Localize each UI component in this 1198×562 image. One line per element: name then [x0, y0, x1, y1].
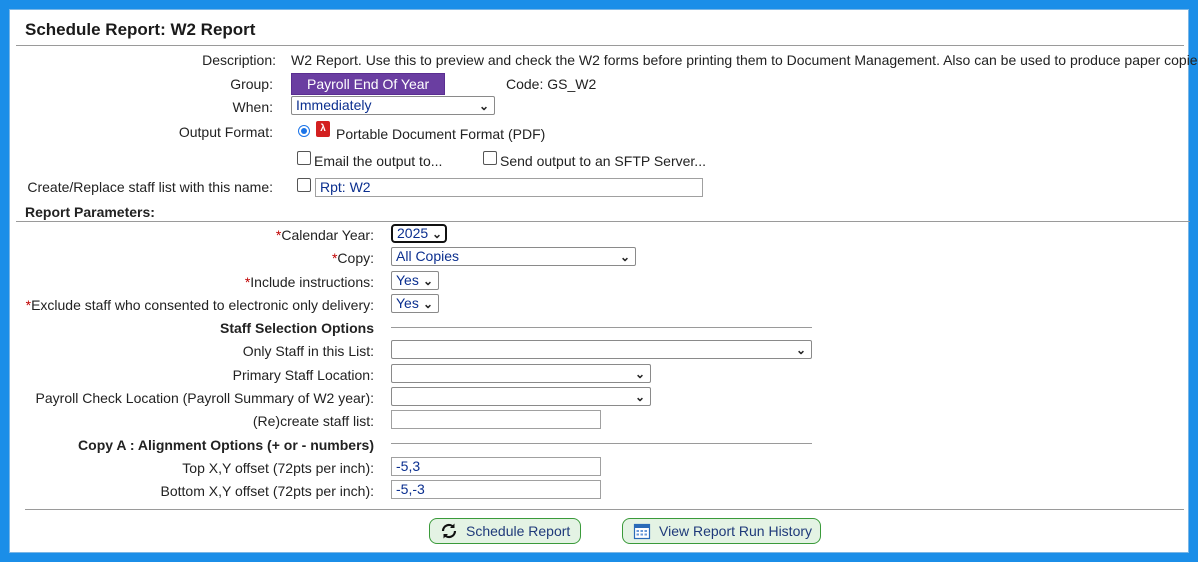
schedule-report-label: Schedule Report	[466, 523, 571, 539]
code-text: Code: GS_W2	[506, 76, 597, 92]
staff-list-label: Create/Replace staff list with this name…	[27, 179, 273, 195]
pdf-icon: λ	[316, 121, 330, 137]
chevron-down-icon: ⌄	[422, 274, 433, 288]
calendar-icon	[633, 523, 651, 540]
group-badge: Payroll End Of Year	[291, 73, 446, 95]
copy-a-title: Copy A : Alignment Options (+ or - numbe…	[78, 437, 374, 453]
pdf-radio[interactable]	[298, 125, 310, 137]
view-history-label: View Report Run History	[659, 523, 813, 539]
recreate-staff-label: (Re)create staff list:	[252, 413, 374, 429]
when-label: When:	[232, 99, 273, 115]
chevron-down-icon: ⌄	[634, 390, 645, 404]
refresh-icon	[441, 523, 457, 539]
sftp-checkbox[interactable]	[483, 151, 497, 165]
staff-list-checkbox[interactable]	[297, 178, 311, 192]
exclude-staff-select[interactable]: Yes ⌄	[391, 294, 439, 313]
only-staff-select[interactable]: ⌄	[391, 340, 812, 359]
when-select-value: Immediately	[296, 97, 372, 113]
exclude-staff-label-text: Exclude staff who consented to electroni…	[31, 297, 374, 313]
chevron-down-icon: ⌄	[478, 99, 489, 113]
chevron-down-icon: ⌄	[634, 367, 645, 381]
copy-value: All Copies	[396, 248, 460, 264]
calendar-year-select[interactable]: 2025 ⌄	[391, 224, 447, 243]
chevron-down-icon: ⌄	[431, 227, 442, 241]
calendar-year-label: *Calendar Year:	[276, 227, 374, 243]
exclude-staff-label: *Exclude staff who consented to electron…	[26, 297, 374, 313]
payroll-check-label: Payroll Check Location (Payroll Summary …	[35, 390, 374, 406]
sftp-label: Send output to an SFTP Server...	[500, 153, 706, 169]
output-format-text: Portable Document Format (PDF)	[336, 126, 546, 142]
description-text: W2 Report. Use this to preview and check…	[291, 52, 1198, 68]
copy-select[interactable]: All Copies ⌄	[391, 247, 636, 266]
page-title: Schedule Report: W2 Report	[25, 20, 256, 39]
primary-location-select[interactable]: ⌄	[391, 364, 651, 383]
schedule-report-button[interactable]: Schedule Report	[429, 518, 581, 544]
view-history-button[interactable]: View Report Run History	[622, 518, 821, 544]
footer-divider	[25, 509, 1184, 510]
include-instructions-label: *Include instructions:	[245, 274, 374, 290]
primary-location-label: Primary Staff Location:	[232, 367, 374, 383]
copy-a-divider	[391, 443, 812, 444]
calendar-year-value: 2025	[397, 225, 429, 241]
include-instructions-value: Yes	[396, 272, 419, 288]
output-format-label: Output Format:	[178, 124, 273, 140]
include-instructions-select[interactable]: Yes ⌄	[391, 271, 439, 290]
payroll-check-select[interactable]: ⌄	[391, 387, 651, 406]
email-label: Email the output to...	[314, 153, 443, 169]
top-offset-label: Top X,Y offset (72pts per inch):	[182, 460, 374, 476]
copy-label-text: Copy:	[337, 250, 374, 266]
staff-selection-title: Staff Selection Options	[219, 320, 374, 336]
calendar-year-label-text: Calendar Year:	[281, 227, 374, 243]
exclude-staff-value: Yes	[396, 295, 419, 311]
recreate-staff-input[interactable]	[391, 410, 601, 429]
bottom-offset-input[interactable]: -5,-3	[391, 480, 601, 499]
params-divider	[16, 221, 1190, 222]
title-divider	[16, 45, 1184, 46]
chevron-down-icon: ⌄	[795, 343, 806, 357]
staff-selection-divider	[391, 327, 812, 328]
group-label: Group:	[230, 76, 273, 92]
bottom-offset-label: Bottom X,Y offset (72pts per inch):	[160, 483, 374, 499]
description-label: Description:	[202, 52, 276, 68]
only-staff-label: Only Staff in this List:	[242, 343, 374, 359]
chevron-down-icon: ⌄	[619, 250, 630, 264]
include-instructions-label-text: Include instructions:	[250, 274, 374, 290]
top-offset-input[interactable]: -5,3	[391, 457, 601, 476]
copy-label: *Copy:	[332, 250, 374, 266]
staff-list-input[interactable]: Rpt: W2	[315, 178, 703, 197]
chevron-down-icon: ⌄	[422, 297, 433, 311]
when-select[interactable]: Immediately ⌄	[291, 96, 495, 115]
report-panel: Schedule Report: W2 Report Description: …	[9, 9, 1198, 553]
report-parameters-title: Report Parameters:	[25, 204, 155, 220]
email-checkbox[interactable]	[297, 151, 311, 165]
